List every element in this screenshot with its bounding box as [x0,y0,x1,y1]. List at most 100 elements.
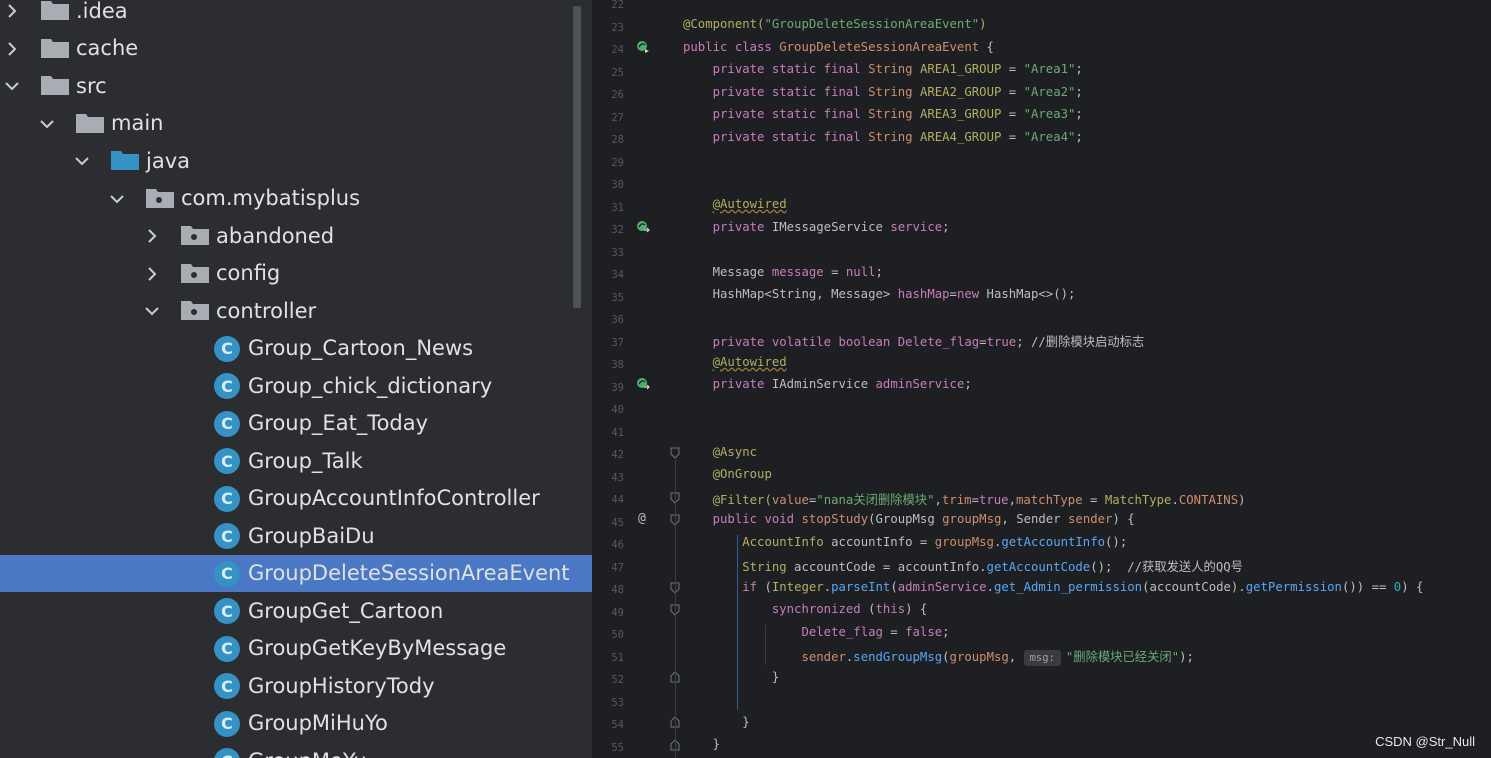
line-number[interactable]: 37 [594,337,624,349]
line-number[interactable]: 50 [594,629,624,641]
tree-item-group-chick-dictionary[interactable]: C Group_chick_dictionary [0,367,592,405]
line-number[interactable]: 40 [594,404,624,416]
line-number[interactable]: 31 [594,202,624,214]
chevron-down-icon[interactable] [145,304,159,318]
tree-item-abandoned[interactable]: abandoned [0,217,592,255]
line-number[interactable]: 28 [594,134,624,146]
at-marker-icon[interactable]: @ [638,511,646,526]
chevron-down-icon[interactable] [75,154,89,168]
autowired-bean-icon[interactable] [636,220,650,234]
tree-item--idea[interactable]: .idea [0,0,592,30]
tree-item-label: Group_Cartoon_News [248,336,474,361]
line-number[interactable]: 49 [594,607,624,619]
line-number[interactable]: 27 [594,112,624,124]
code-line-31: @Autowired [712,197,787,211]
tree-item-grouphistorytody[interactable]: C GroupHistoryTody [0,667,592,705]
parameter-hint: msg: [1023,650,1061,666]
tree-item-label: GroupDeleteSessionAreaEvent [248,561,570,586]
tree-item-group-cartoon-news[interactable]: C Group_Cartoon_News [0,330,592,368]
line-number[interactable]: 41 [594,427,624,439]
package-folder-icon [180,262,210,284]
tree-item-label: GroupGet_Cartoon [248,598,444,623]
line-number[interactable]: 47 [594,562,624,574]
line-number[interactable]: 34 [594,269,624,281]
line-number[interactable]: 51 [594,652,624,664]
tree-item-groupaccountinfocontroller[interactable]: C GroupAccountInfoController [0,480,592,518]
fold-marker-icon[interactable] [670,447,680,459]
tree-item-label: config [216,261,281,286]
line-number[interactable]: 42 [594,449,624,461]
line-number[interactable]: 36 [594,314,624,326]
tree-item-groupmoyu[interactable]: C GroupMoYu [0,742,592,758]
line-number[interactable]: 43 [594,472,624,484]
line-number[interactable]: 44 [594,494,624,506]
java-class-icon: C [214,748,240,758]
line-number[interactable]: 39 [594,382,624,394]
java-class-icon: C [214,335,240,362]
line-number[interactable]: 24 [594,44,624,56]
line-number[interactable]: 35 [594,292,624,304]
tree-item-group-eat-today[interactable]: C Group_Eat_Today [0,405,592,443]
line-number[interactable]: 32 [594,224,624,236]
code-line-52: } [683,670,780,684]
tree-scrollbar-thumb[interactable] [573,6,581,308]
tree-item-groupdeletesessionareaevent[interactable]: C GroupDeleteSessionAreaEvent [0,554,592,592]
line-number[interactable]: 55 [594,742,624,754]
line-number[interactable]: 25 [594,67,624,79]
line-number[interactable]: 29 [594,157,624,169]
chevron-down-icon[interactable] [110,192,124,206]
tree-item-group-talk[interactable]: C Group_Talk [0,442,592,480]
chevron-right-icon[interactable] [145,229,159,243]
code-line-39: private IAdminService adminService; [712,377,972,391]
java-class-icon: C [214,710,240,737]
tree-item-label: java [146,148,190,173]
tree-item-label: GroupBaiDu [248,523,375,548]
tree-item-cache[interactable]: cache [0,30,592,68]
line-number[interactable]: 23 [594,22,624,34]
code-line-24: public class GroupDeleteSessionAreaEvent… [683,40,994,54]
tree-item-label: Group_Talk [248,448,363,473]
line-number[interactable]: 53 [594,697,624,709]
tree-item-controller[interactable]: controller [0,292,592,330]
autowired-bean-icon-2[interactable] [636,377,650,391]
tree-item-label: GroupAccountInfoController [248,486,540,511]
tree-item-groupget-cartoon[interactable]: C GroupGet_Cartoon [0,592,592,630]
line-number[interactable]: 26 [594,89,624,101]
fold-guide-line [675,460,676,758]
code-line-46: AccountInfo accountInfo = groupMsg.getAc… [742,535,1128,549]
tree-scrollbar[interactable] [571,6,592,308]
code-editor[interactable]: 22 23 24 25 26 27 28 29 30 31 32 33 34 35 36 37 38 39 40 41… [594,0,1491,758]
spring-bean-icon[interactable] [636,40,650,54]
code-line-42: @Async [712,445,758,459]
tree-item-java[interactable]: java [0,142,592,180]
tree-item-src[interactable]: src [0,67,592,105]
chevron-down-icon[interactable] [40,117,54,131]
line-number[interactable]: 33 [594,247,624,259]
line-number[interactable]: 54 [594,719,624,731]
tree-item-groupbaidu[interactable]: C GroupBaiDu [0,517,592,555]
code-line-49: synchronized (this) { [771,602,928,616]
tree-item-label: cache [76,36,139,61]
folder-icon [40,0,70,21]
tree-item-com-mybatisplus[interactable]: com.mybatisplus [0,180,592,218]
line-number[interactable]: 22 [594,0,624,11]
line-number[interactable]: 52 [594,674,624,686]
tree-item-label: .idea [76,0,128,23]
line-number[interactable]: 45 [594,517,624,529]
chevron-down-icon[interactable] [5,79,19,93]
tree-item-main[interactable]: main [0,105,592,143]
folder-icon [75,112,105,134]
chevron-right-icon[interactable] [5,41,19,56]
tree-item-groupmihuyo[interactable]: C GroupMiHuYo [0,705,592,743]
java-class-icon: C [214,410,240,437]
java-class-icon: C [214,635,240,662]
tree-item-groupgetkeybymessage[interactable]: C GroupGetKeyByMessage [0,630,592,668]
line-number[interactable]: 46 [594,539,624,551]
line-number[interactable]: 48 [594,584,624,596]
chevron-right-icon[interactable] [145,266,159,281]
line-number[interactable]: 38 [594,359,624,371]
line-number[interactable]: 30 [594,179,624,191]
tree-item-config[interactable]: config [0,255,592,293]
tree-item-label: controller [216,298,317,323]
chevron-right-icon[interactable] [5,4,19,18]
